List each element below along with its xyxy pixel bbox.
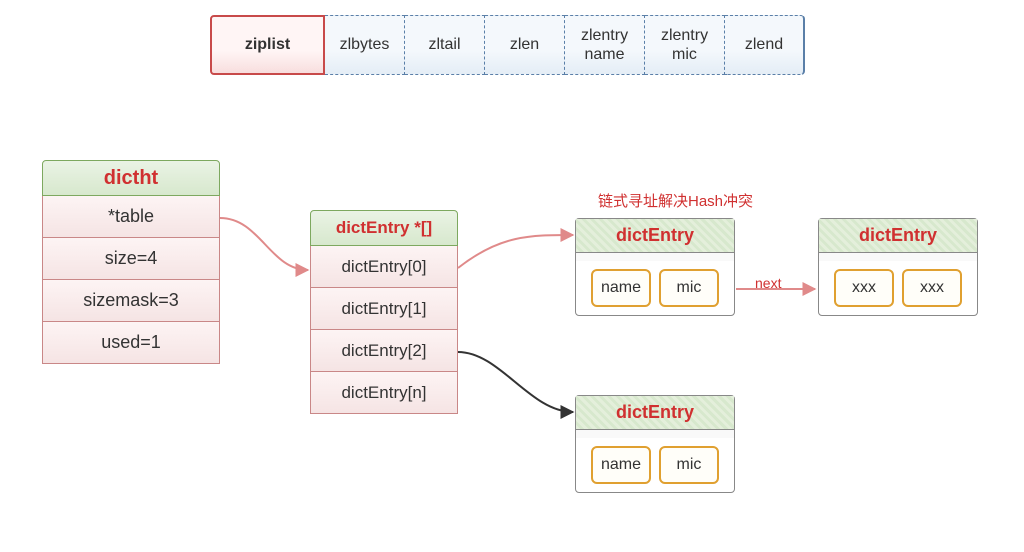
- dictentry-row-2: dictEntry[2]: [310, 330, 458, 372]
- ziplist-field-zlentry-mic: zlentry mic: [645, 15, 725, 75]
- kv-key-text: xxx: [852, 279, 876, 297]
- dictht-row-table: *table: [42, 196, 220, 238]
- dictentry-row-text: dictEntry[1]: [341, 299, 426, 319]
- dictentry-body: xxx xxx: [819, 253, 977, 315]
- dictentry-body: name mic: [576, 253, 734, 315]
- arrow-entry2-to-de3: [458, 352, 573, 412]
- dictentry-row-n: dictEntry[n]: [310, 372, 458, 414]
- dictentry-array-title: dictEntry *[]: [310, 210, 458, 246]
- ziplist-field-text: zlen: [510, 35, 539, 54]
- kv-key-chip: name: [591, 269, 651, 307]
- dictht-row-text: size=4: [105, 248, 158, 269]
- kv-val-chip: xxx: [902, 269, 962, 307]
- ziplist-field-text: zlentry mic: [661, 26, 708, 64]
- dictentry-row-text: dictEntry[n]: [341, 383, 426, 403]
- kv-val-text: xxx: [920, 279, 944, 297]
- kv-key-chip: xxx: [834, 269, 894, 307]
- dictht-title-text: dictht: [104, 167, 158, 190]
- dictentry-body: name mic: [576, 430, 734, 492]
- dictht-title: dictht: [42, 160, 220, 196]
- kv-val-chip: mic: [659, 269, 719, 307]
- dictentry-array-struct: dictEntry *[] dictEntry[0] dictEntry[1] …: [310, 210, 458, 414]
- dictentry-box-3: dictEntry name mic: [575, 395, 735, 493]
- ziplist-label-cell: ziplist: [210, 15, 325, 75]
- ziplist-field-text: zltail: [428, 35, 460, 54]
- dictentry-box-2: dictEntry xxx xxx: [818, 218, 978, 316]
- kv-val-text: mic: [677, 279, 702, 297]
- ziplist-field-zltail: zltail: [405, 15, 485, 75]
- kv-key-text: name: [601, 456, 641, 474]
- kv-val-chip: mic: [659, 446, 719, 484]
- arrow-table-to-array: [220, 218, 308, 270]
- dictht-struct: dictht *table size=4 sizemask=3 used=1: [42, 160, 220, 364]
- dictentry-row-text: dictEntry[2]: [341, 341, 426, 361]
- dictentry-title: dictEntry: [819, 219, 977, 253]
- dictht-row-text: used=1: [101, 332, 161, 353]
- ziplist-field-text: zlentry name: [581, 26, 628, 64]
- ziplist-field-zlend: zlend: [725, 15, 805, 75]
- dictht-row-text: sizemask=3: [83, 290, 179, 311]
- ziplist-field-zlbytes: zlbytes: [325, 15, 405, 75]
- dictht-row-size: size=4: [42, 238, 220, 280]
- dictentry-box-1: dictEntry name mic: [575, 218, 735, 316]
- kv-key-chip: name: [591, 446, 651, 484]
- dictentry-title: dictEntry: [576, 396, 734, 430]
- dictentry-title-text: dictEntry: [616, 225, 694, 246]
- kv-key-text: name: [601, 279, 641, 297]
- ziplist-field-zlen: zlen: [485, 15, 565, 75]
- dictentry-title-text: dictEntry: [616, 402, 694, 423]
- dictentry-title-text: dictEntry: [859, 225, 937, 246]
- dictht-row-used: used=1: [42, 322, 220, 364]
- dictentry-title: dictEntry: [576, 219, 734, 253]
- annotation-text: 链式寻址解决Hash冲突: [598, 193, 753, 210]
- ziplist-field-zlentry-name: zlentry name: [565, 15, 645, 75]
- ziplist-layout-row: ziplist zlbytes zltail zlen zlentry name…: [210, 15, 805, 75]
- kv-val-text: mic: [677, 456, 702, 474]
- dictentry-row-0: dictEntry[0]: [310, 246, 458, 288]
- arrow-entry0-to-de1: [458, 235, 573, 268]
- dictht-row-sizemask: sizemask=3: [42, 280, 220, 322]
- dictentry-array-title-text: dictEntry *[]: [336, 218, 432, 238]
- dictentry-row-1: dictEntry[1]: [310, 288, 458, 330]
- ziplist-label: ziplist: [245, 35, 290, 54]
- next-pointer-label: next: [755, 275, 781, 291]
- next-label-text: next: [755, 275, 781, 291]
- hash-collision-annotation: 链式寻址解决Hash冲突: [598, 190, 753, 211]
- ziplist-field-text: zlbytes: [340, 35, 390, 54]
- dictentry-row-text: dictEntry[0]: [341, 257, 426, 277]
- dictht-row-text: *table: [108, 206, 154, 227]
- ziplist-field-text: zlend: [745, 35, 783, 54]
